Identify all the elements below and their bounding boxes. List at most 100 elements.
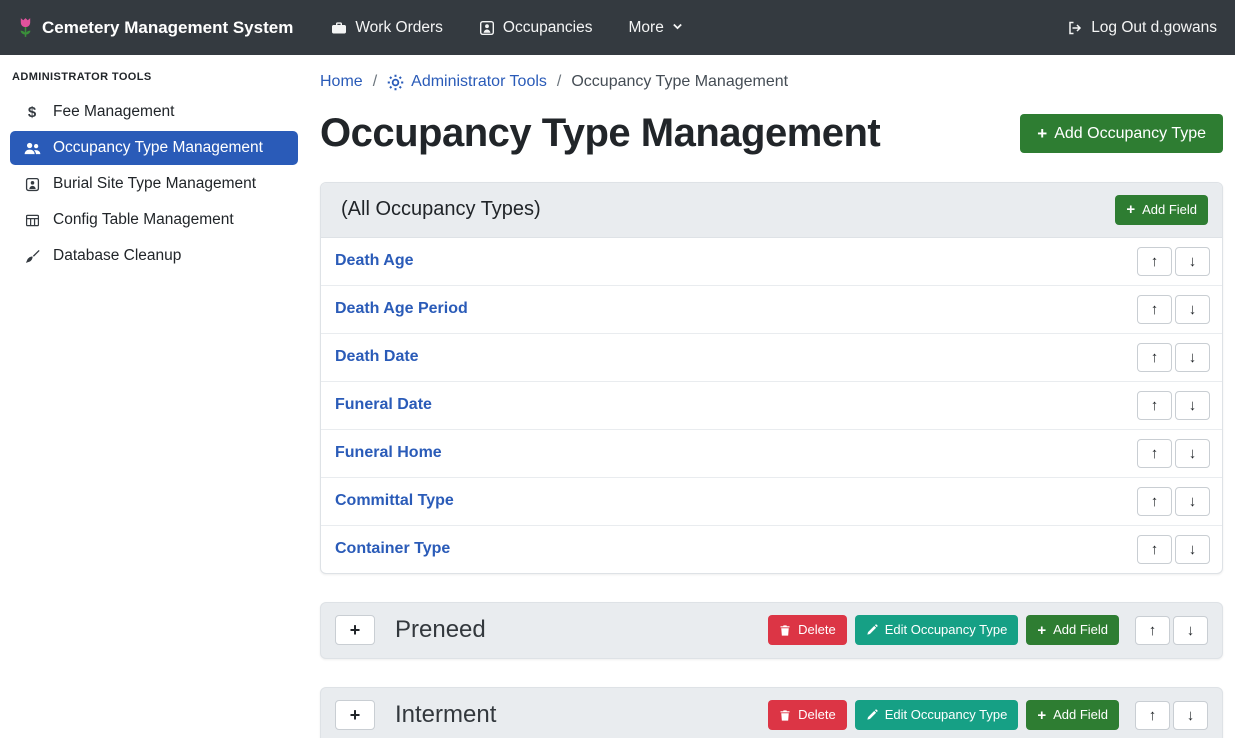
nav-more[interactable]: More: [629, 19, 683, 37]
page-title: Occupancy Type Management: [320, 111, 880, 156]
nav-occupancies[interactable]: Occupancies: [479, 19, 593, 37]
edit-label: Edit Occupancy Type: [885, 707, 1008, 723]
all-occupancy-types-card: (All Occupancy Types) + Add Field Death …: [320, 182, 1223, 574]
breadcrumb-admin-tools-label: Administrator Tools: [411, 73, 547, 91]
field-link-funeral-home[interactable]: Funeral Home: [335, 444, 442, 462]
all-types-card-header: (All Occupancy Types) + Add Field: [321, 183, 1222, 238]
move-up-button[interactable]: ↑: [1135, 616, 1170, 645]
move-up-button[interactable]: ↑: [1137, 487, 1172, 516]
arrow-up-icon: ↑: [1151, 350, 1159, 365]
move-down-button[interactable]: ↓: [1175, 343, 1210, 372]
arrow-down-icon: ↓: [1189, 542, 1197, 557]
pencil-icon: [866, 709, 878, 721]
field-row: Death Age Period ↑ ↓: [321, 285, 1222, 333]
add-field-button[interactable]: + Add Field: [1026, 615, 1119, 645]
add-field-button[interactable]: + Add Field: [1115, 195, 1208, 225]
plus-icon: +: [1037, 708, 1046, 723]
title-row: Occupancy Type Management + Add Occupanc…: [320, 111, 1223, 156]
sidebar-item-config-table-management[interactable]: Config Table Management: [10, 203, 298, 237]
plus-icon: +: [1037, 125, 1047, 142]
field-link-death-age[interactable]: Death Age: [335, 252, 414, 270]
plus-icon: +: [1126, 202, 1135, 217]
field-link-death-date[interactable]: Death Date: [335, 348, 419, 366]
all-types-card-title: (All Occupancy Types): [341, 198, 541, 221]
delete-button[interactable]: Delete: [768, 700, 847, 730]
broom-icon: [22, 249, 42, 264]
move-up-button[interactable]: ↑: [1137, 343, 1172, 372]
field-link-funeral-date[interactable]: Funeral Date: [335, 396, 432, 414]
move-down-button[interactable]: ↓: [1173, 616, 1208, 645]
trash-icon: [779, 709, 791, 722]
app-title: Cemetery Management System: [42, 18, 293, 38]
occupancies-icon: [479, 20, 495, 36]
add-occupancy-type-button[interactable]: + Add Occupancy Type: [1020, 114, 1223, 153]
arrow-down-icon: ↓: [1189, 494, 1197, 509]
field-row: Funeral Date ↑ ↓: [321, 381, 1222, 429]
reorder-buttons: ↑ ↓: [1137, 295, 1210, 324]
chevron-down-icon: [672, 22, 683, 33]
field-row: Death Age ↑ ↓: [321, 238, 1222, 285]
nav-work-orders[interactable]: Work Orders: [331, 19, 443, 37]
move-down-button[interactable]: ↓: [1175, 535, 1210, 564]
nav-occupancies-label: Occupancies: [503, 19, 593, 37]
reorder-buttons: ↑ ↓: [1135, 701, 1208, 730]
breadcrumb-separator: /: [373, 73, 377, 91]
arrow-up-icon: ↑: [1149, 708, 1157, 723]
type-actions: Delete Edit Occupancy Type + Add Field ↑…: [768, 700, 1208, 730]
move-up-button[interactable]: ↑: [1135, 701, 1170, 730]
breadcrumb-separator: /: [557, 73, 561, 91]
sidebar-item-database-cleanup[interactable]: Database Cleanup: [10, 239, 298, 273]
move-up-button[interactable]: ↑: [1137, 391, 1172, 420]
breadcrumb-home[interactable]: Home: [320, 73, 363, 91]
add-occupancy-type-label: Add Occupancy Type: [1054, 124, 1206, 143]
occupancy-type-title: Preneed: [395, 616, 768, 644]
top-navbar: Cemetery Management System Work Orders O…: [0, 0, 1235, 55]
delete-button[interactable]: Delete: [768, 615, 847, 645]
move-down-button[interactable]: ↓: [1175, 439, 1210, 468]
field-link-committal-type[interactable]: Committal Type: [335, 492, 454, 510]
app-brand[interactable]: Cemetery Management System: [18, 17, 293, 38]
move-down-button[interactable]: ↓: [1175, 247, 1210, 276]
reorder-buttons: ↑ ↓: [1137, 535, 1210, 564]
arrow-up-icon: ↑: [1151, 542, 1159, 557]
move-up-button[interactable]: ↑: [1137, 439, 1172, 468]
plus-icon: +: [1037, 623, 1046, 638]
burial-site-icon: [22, 177, 42, 192]
move-up-button[interactable]: ↑: [1137, 295, 1172, 324]
type-actions: Delete Edit Occupancy Type + Add Field ↑…: [768, 615, 1208, 645]
delete-label: Delete: [798, 707, 836, 723]
reorder-buttons: ↑ ↓: [1137, 391, 1210, 420]
arrow-down-icon: ↓: [1189, 254, 1197, 269]
logout-button[interactable]: Log Out d.gowans: [1066, 19, 1217, 37]
move-up-button[interactable]: ↑: [1137, 535, 1172, 564]
add-field-button[interactable]: + Add Field: [1026, 700, 1119, 730]
arrow-down-icon: ↓: [1187, 708, 1195, 723]
move-down-button[interactable]: ↓: [1175, 487, 1210, 516]
primary-nav: Work Orders Occupancies More: [331, 19, 683, 37]
move-down-button[interactable]: ↓: [1175, 295, 1210, 324]
delete-label: Delete: [798, 622, 836, 638]
arrow-down-icon: ↓: [1187, 623, 1195, 638]
field-list: Death Age ↑ ↓ Death Age Period ↑ ↓ Death…: [321, 238, 1222, 573]
table-icon: [22, 213, 42, 228]
reorder-buttons: ↑ ↓: [1137, 439, 1210, 468]
sidebar-item-burial-site-type-management[interactable]: Burial Site Type Management: [10, 167, 298, 201]
field-link-container-type[interactable]: Container Type: [335, 540, 450, 558]
occupancy-type-card-preneed: + Preneed Delete Edit Occupancy Type: [320, 602, 1223, 659]
sidebar-item-occupancy-type-management[interactable]: Occupancy Type Management: [10, 131, 298, 165]
occupancy-type-card-interment: + Interment Delete Edit Occupancy Type: [320, 687, 1223, 738]
move-up-button[interactable]: ↑: [1137, 247, 1172, 276]
edit-occupancy-type-button[interactable]: Edit Occupancy Type: [855, 615, 1019, 645]
edit-label: Edit Occupancy Type: [885, 622, 1008, 638]
expand-button[interactable]: +: [335, 615, 375, 645]
sidebar-item-fee-management[interactable]: $ Fee Management: [10, 95, 298, 129]
occupancy-type-title: Interment: [395, 701, 768, 729]
gear-icon: [387, 74, 404, 91]
field-row: Death Date ↑ ↓: [321, 333, 1222, 381]
field-link-death-age-period[interactable]: Death Age Period: [335, 300, 468, 318]
edit-occupancy-type-button[interactable]: Edit Occupancy Type: [855, 700, 1019, 730]
move-down-button[interactable]: ↓: [1173, 701, 1208, 730]
breadcrumb-admin-tools[interactable]: Administrator Tools: [387, 73, 547, 91]
expand-button[interactable]: +: [335, 700, 375, 730]
move-down-button[interactable]: ↓: [1175, 391, 1210, 420]
